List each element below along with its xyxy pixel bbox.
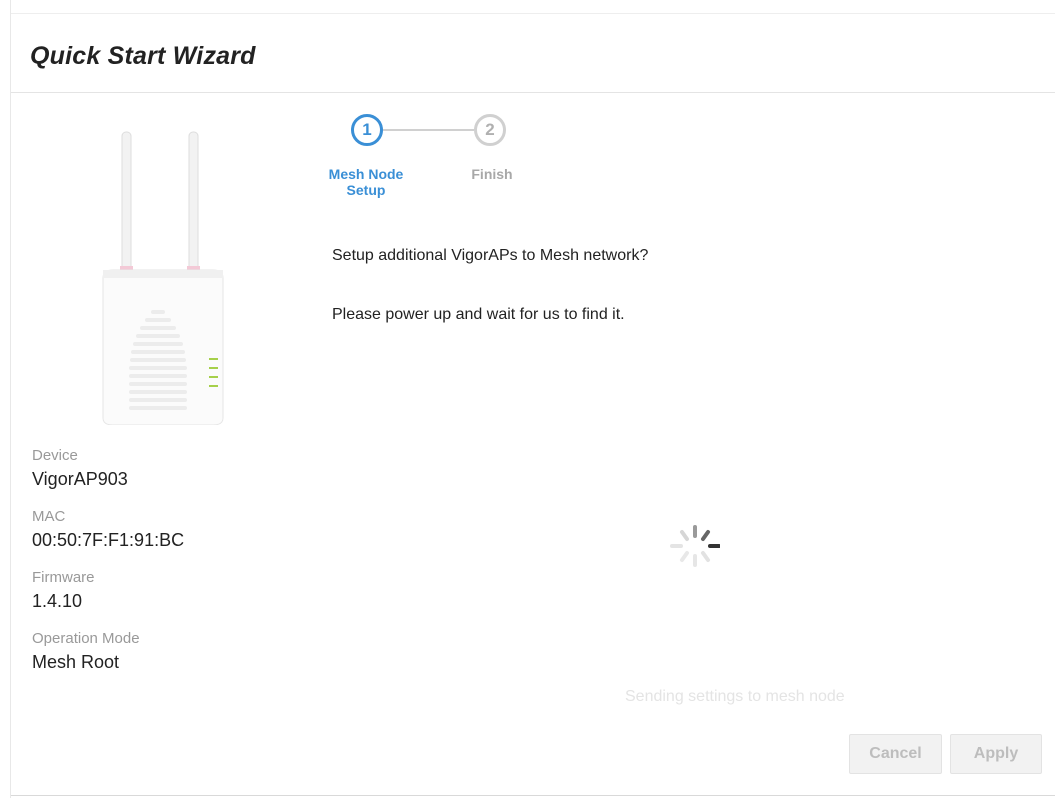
firmware-value: 1.4.10: [32, 591, 83, 611]
mac-value: 00:50:7F:F1:91:BC: [32, 530, 185, 550]
mac-label: MAC: [32, 508, 66, 525]
stepper-connector: [383, 129, 474, 131]
setup-prompt-text: Setup additional VigorAPs to Mesh networ…: [332, 247, 649, 264]
firmware-label: Firmware: [32, 569, 95, 586]
bottom-divider: [11, 795, 1055, 796]
step-1-label: Mesh Node Setup: [328, 166, 404, 198]
title-divider: [11, 92, 1055, 93]
step-2-label: Finish: [471, 166, 513, 182]
device-info-panel: Device VigorAP903 MAC 00:50:7F:F1:91:BC …: [32, 447, 184, 691]
apply-button[interactable]: Apply: [950, 734, 1042, 774]
top-divider: [11, 13, 1055, 14]
step-2-indicator: 2: [474, 114, 506, 146]
wizard-title: Quick Start Wizard: [30, 42, 256, 70]
cancel-button[interactable]: Cancel: [849, 734, 942, 774]
operation-mode-label: Operation Mode: [32, 630, 140, 647]
device-label: Device: [32, 447, 78, 464]
operation-mode-value: Mesh Root: [32, 652, 120, 672]
loading-spinner-icon: [670, 525, 720, 567]
device-value: VigorAP903: [32, 469, 128, 489]
wizard-dialog: Quick Start Wizard Device VigorAP903 MAC…: [0, 0, 1055, 798]
step-1-indicator: 1: [351, 114, 383, 146]
access-point-image: [102, 131, 224, 425]
power-up-instruction-text: Please power up and wait for us to find …: [332, 306, 625, 323]
status-message: Sending settings to mesh node: [625, 688, 845, 705]
left-border: [10, 0, 11, 798]
